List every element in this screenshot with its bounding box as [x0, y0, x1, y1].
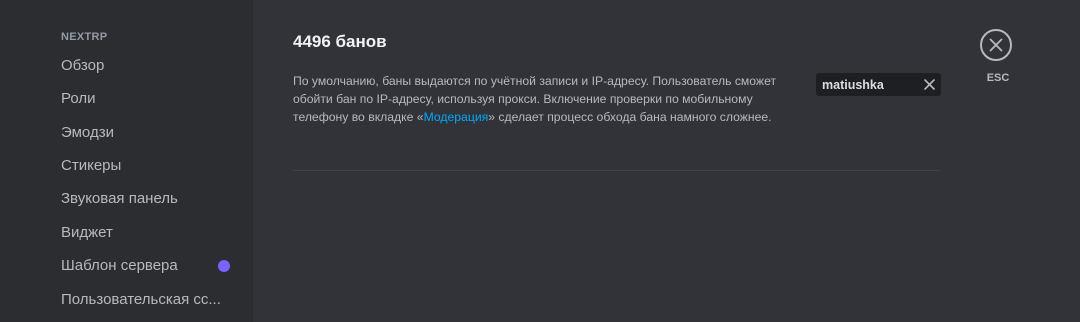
sidebar-item-server-template[interactable]: Шаблон сервера — [61, 254, 241, 278]
sidebar-item-label: Виджет — [61, 224, 113, 241]
new-badge-dot — [218, 260, 230, 272]
sidebar-item-widget[interactable]: Виджет — [61, 221, 113, 245]
close-settings-button[interactable] — [980, 29, 1012, 61]
sidebar-item-overview[interactable]: Обзор — [61, 54, 104, 78]
sidebar-item-label: Роли — [61, 90, 96, 107]
description-text-end: » сделает процесс обхода бана намного сл… — [488, 110, 772, 124]
sidebar-item-label: Звуковая панель — [61, 190, 178, 207]
sidebar-item-label: Обзор — [61, 57, 105, 74]
sidebar-item-emoji[interactable]: Эмодзи — [61, 121, 114, 145]
sidebar-item-soundboard[interactable]: Звуковая панель — [61, 187, 178, 211]
sidebar-item-roles[interactable]: Роли — [61, 87, 96, 111]
bans-description: По умолчанию, баны выдаются по учётной з… — [293, 72, 783, 126]
close-settings: ESC — [980, 29, 1016, 84]
close-icon[interactable] — [923, 78, 936, 91]
settings-sidebar: NEXTRP Обзор Роли Эмодзи Стикеры Звукова… — [0, 0, 253, 322]
sidebar-item-label: Эмодзи — [61, 124, 114, 141]
sidebar-item-label: Пользовательская сс... — [61, 291, 221, 308]
moderation-link[interactable]: Модерация — [424, 110, 489, 124]
ban-search-input[interactable] — [822, 73, 917, 96]
sidebar-item-vanity-url[interactable]: Пользовательская сс... — [61, 288, 221, 312]
sidebar-item-label: Стикеры — [61, 157, 122, 174]
close-circle-icon — [989, 38, 1003, 52]
ban-search-box — [816, 73, 941, 96]
sidebar-section-header: NEXTRP — [61, 31, 108, 43]
section-divider — [293, 170, 941, 171]
sidebar-item-stickers[interactable]: Стикеры — [61, 154, 121, 178]
esc-label: ESC — [986, 72, 1010, 84]
sidebar-item-label: Шаблон сервера — [61, 257, 178, 274]
page-title: 4496 банов — [293, 32, 387, 51]
